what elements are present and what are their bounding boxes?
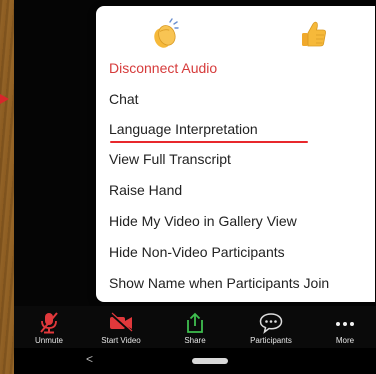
more-button[interactable]: More — [310, 306, 376, 348]
share-icon — [182, 312, 208, 334]
more-dots-icon — [332, 312, 358, 334]
start-video-button[interactable]: Start Video — [86, 306, 156, 348]
menu-item-chat[interactable]: Chat — [109, 90, 139, 108]
menu-item-disconnect-audio[interactable]: Disconnect Audio — [109, 59, 217, 77]
red-underline-annotation — [110, 141, 308, 143]
participants-button[interactable]: Participants — [236, 306, 306, 348]
unmute-label: Unmute — [34, 336, 63, 345]
menu-item-view-full-transcript[interactable]: View Full Transcript — [109, 150, 231, 168]
menu-item-hide-my-video[interactable]: Hide My Video in Gallery View — [109, 212, 297, 230]
red-arrow-annotation — [0, 94, 9, 104]
muted-microphone-icon — [36, 312, 62, 334]
menu-item-raise-hand[interactable]: Raise Hand — [109, 181, 182, 199]
meeting-toolbar: Unmute Start Video Share Participants Mo… — [14, 306, 376, 348]
menu-item-language-interpretation[interactable]: Language Interpretation — [109, 120, 258, 138]
share-button[interactable]: Share — [160, 306, 230, 348]
clapping-hands-icon[interactable] — [149, 18, 181, 50]
thumbs-up-icon[interactable] — [297, 18, 329, 50]
nav-back-icon[interactable]: < — [86, 352, 93, 366]
system-nav-bar: < — [14, 348, 376, 374]
more-menu: Disconnect Audio Chat Language Interpret… — [96, 6, 375, 302]
menu-item-hide-non-video-participants[interactable]: Hide Non-Video Participants — [109, 243, 285, 261]
participants-chat-icon — [258, 312, 284, 334]
participants-label: Participants — [250, 336, 292, 345]
share-label: Share — [184, 336, 206, 345]
reactions-row — [96, 6, 375, 56]
video-off-icon — [108, 312, 134, 334]
menu-item-show-name-when-join[interactable]: Show Name when Participants Join — [109, 274, 329, 292]
more-label: More — [335, 336, 355, 345]
start-video-label: Start Video — [101, 336, 141, 345]
unmute-button[interactable]: Unmute — [14, 306, 84, 348]
nav-home-pill[interactable] — [192, 358, 228, 364]
